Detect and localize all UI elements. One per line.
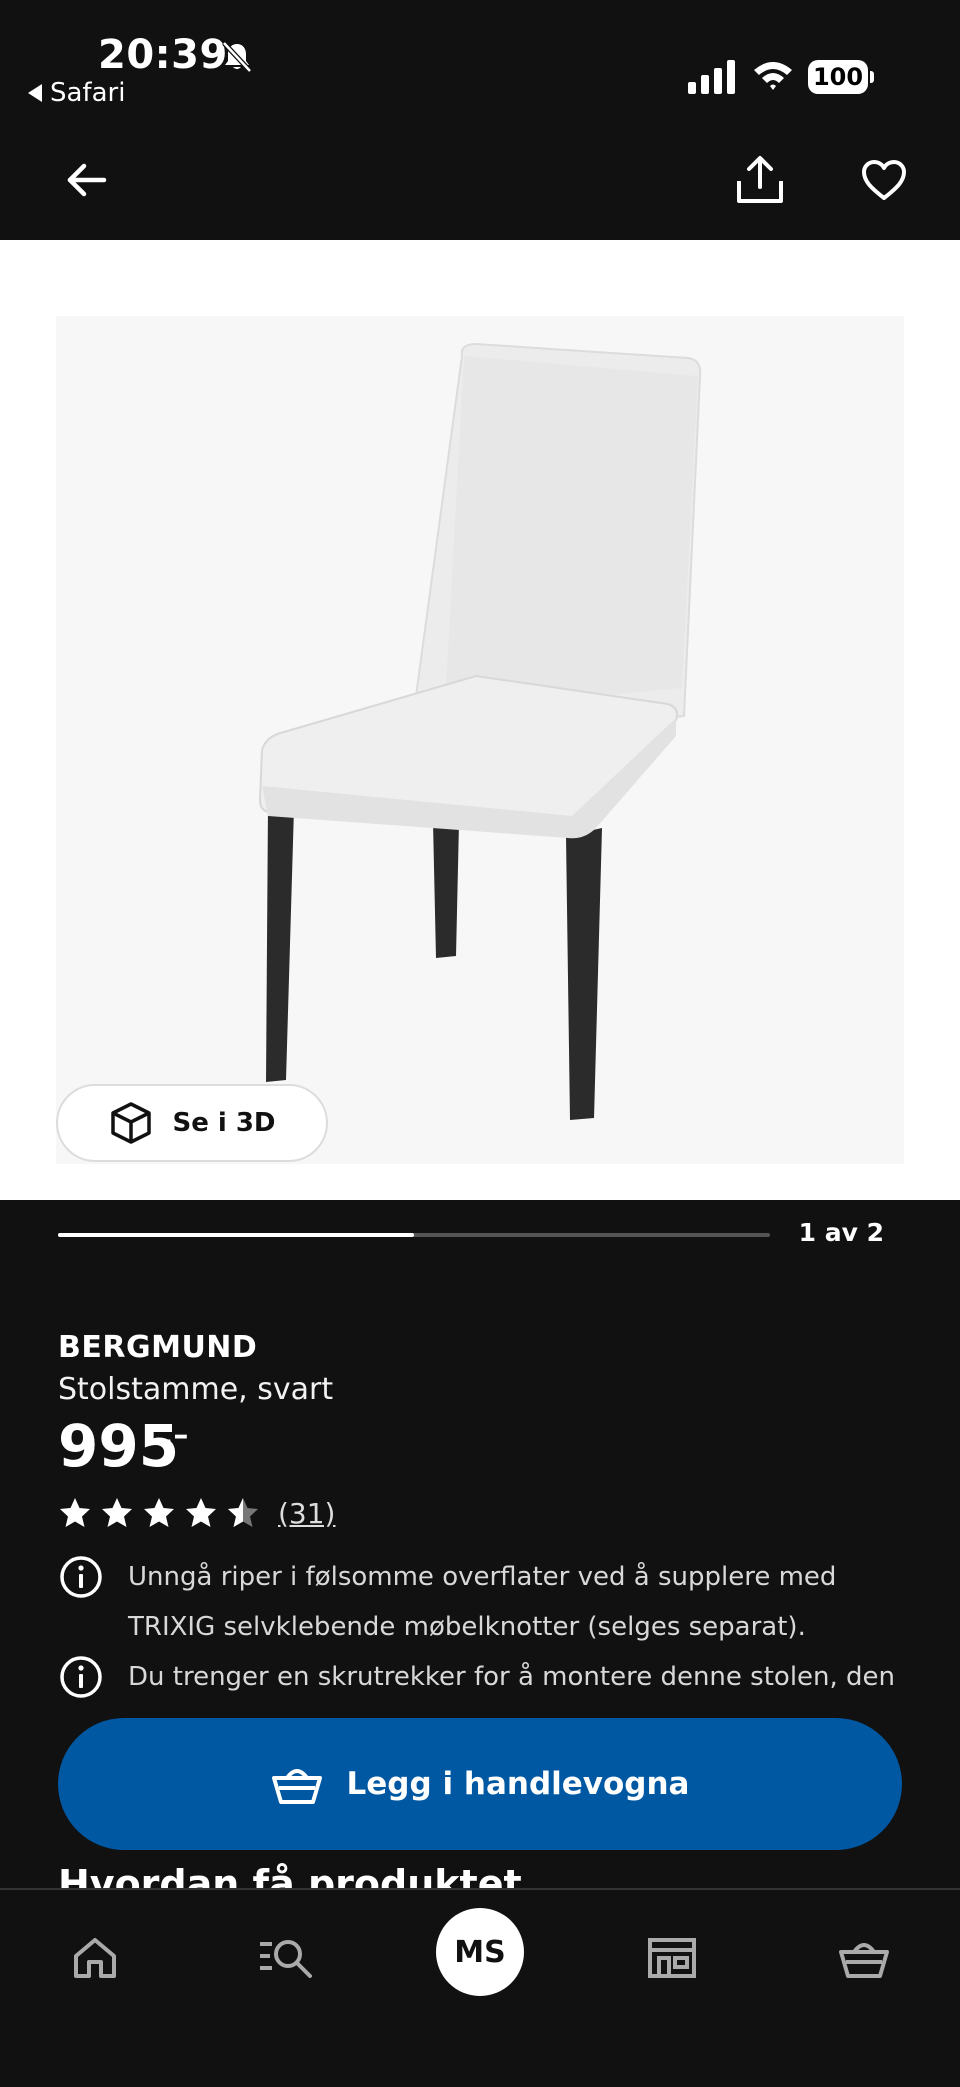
nav-search[interactable] [246,1918,326,1998]
favorite-button[interactable] [852,148,916,212]
product-description: Stolstamme, svart [58,1372,334,1407]
product-price: 995 [58,1412,180,1480]
nav-store[interactable] [632,1918,712,1998]
info-note-text: Du trenger en skrutrekker for å montere … [128,1662,896,1692]
battery-cap [870,71,874,83]
signal-icon [688,60,735,94]
info-icon [60,1556,102,1598]
back-button[interactable] [54,148,118,212]
nav-cart[interactable] [824,1918,904,1998]
battery-level: 100 [808,60,868,94]
star-full-icon [186,1498,216,1527]
store-icon [648,1938,696,1978]
star-full-icon [60,1498,90,1527]
info-note-text: Unngå riper i følsomme overflater ved å … [128,1562,837,1642]
star-full-icon [144,1498,174,1527]
cube-3d-icon [111,1102,152,1144]
battery-icon: 100 [808,60,874,94]
share-button[interactable] [728,148,792,212]
product-gallery[interactable]: Se i 3D [0,240,960,1200]
view-3d-button[interactable]: Se i 3D [56,1084,328,1162]
gallery-progress-fill [58,1233,414,1237]
cart-icon [839,1943,889,1978]
bell-slash-icon [222,41,252,73]
nav-home[interactable] [55,1918,135,1998]
star-half-icon [228,1498,258,1527]
product-page: 20:39 Safari 100 Se i 3D 1 av 2 BERGMUND… [0,0,960,2087]
rating-count-link[interactable]: (31) [278,1497,335,1530]
info-note: Unngå riper i følsomme overflater ved å … [58,1554,898,1652]
wifi-icon [754,62,792,90]
search-list-icon [260,1940,312,1978]
add-to-cart-button[interactable]: Legg i handlevogna [58,1718,902,1850]
back-to-safari[interactable]: Safari [28,78,125,108]
nav-profile-avatar[interactable]: MS [436,1908,524,1996]
star-full-icon [102,1498,132,1527]
back-app-label: Safari [50,78,126,108]
info-note: Du trenger en skrutrekker for å montere … [58,1654,898,1702]
price-suffix: ,– [162,1418,189,1453]
status-bar: 20:39 Safari 100 [0,0,960,118]
profile-initials: MS [454,1934,506,1970]
back-triangle-icon [28,84,42,102]
add-to-cart-label: Legg i handlevogna [346,1766,690,1802]
share-icon [737,156,783,203]
product-rating[interactable]: (31) [58,1496,335,1530]
heart-icon [862,160,906,200]
product-name: BERGMUND [58,1330,258,1365]
bottom-navigation: MS [0,1888,960,2087]
gallery-progress-bar [58,1233,770,1237]
product-image-chair [258,342,702,1120]
home-icon [74,1938,116,1978]
section-title: Hvordan få produktet [58,1862,522,1888]
app-header [0,118,960,240]
basket-icon [271,1769,322,1804]
arrow-left-icon [67,163,107,197]
view-3d-label: Se i 3D [172,1108,276,1138]
status-time: 20:39 [98,32,228,78]
info-icon [60,1656,102,1698]
gallery-pager: 1 av 2 [798,1218,884,1247]
